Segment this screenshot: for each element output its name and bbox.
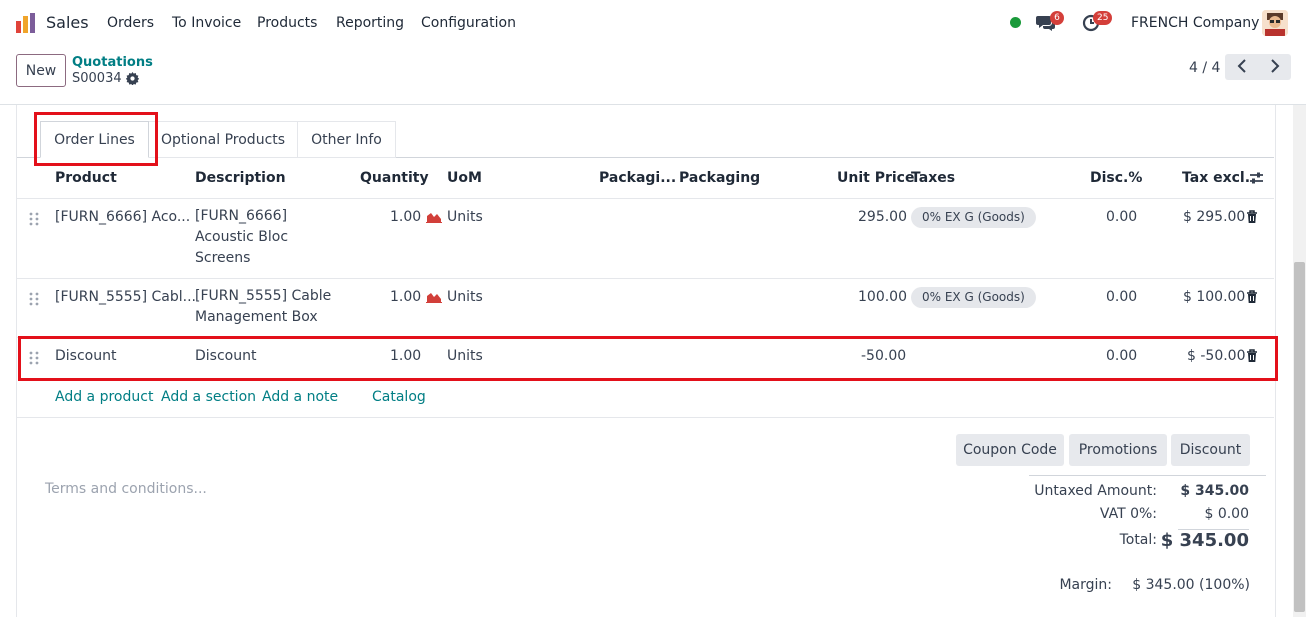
row-2-description[interactable]: [FURN_5555] Cable Management Box xyxy=(195,286,331,328)
column-uom[interactable]: UoM xyxy=(447,170,482,186)
discount-row-highlight xyxy=(18,336,1278,381)
row-1-subtotal: $ 295.00 xyxy=(1183,209,1246,225)
menu-configuration[interactable]: Configuration xyxy=(421,15,516,31)
total-label: Total: xyxy=(1119,532,1157,548)
discount-button[interactable]: Discount xyxy=(1171,434,1250,466)
row-1-description-line: [FURN_6666] xyxy=(195,208,288,224)
row-2-description-line: Management Box xyxy=(195,309,318,325)
row-1-description-line: Acoustic Bloc xyxy=(195,229,289,245)
top-navbar: Sales Orders To Invoice Products Reporti… xyxy=(0,0,1306,46)
drag-handle-icon[interactable] xyxy=(29,292,39,306)
catalog-link[interactable]: Catalog xyxy=(372,389,426,405)
row-1-discount[interactable]: 0.00 xyxy=(1106,209,1137,225)
tab-other-info[interactable]: Other Info xyxy=(298,121,396,158)
coupon-code-button[interactable]: Coupon Code xyxy=(956,434,1064,466)
untaxed-amount-label: Untaxed Amount: xyxy=(1034,483,1157,499)
row-1-description-line: Screens xyxy=(195,250,251,266)
tab-optional-products[interactable]: Optional Products xyxy=(149,121,298,158)
column-packaging-qty[interactable]: Packagi... xyxy=(599,170,676,186)
row-1-product[interactable]: [FURN_6666] Aco... xyxy=(55,209,190,225)
total-value: $ 345.00 xyxy=(1160,530,1249,551)
sales-app-icon[interactable] xyxy=(15,12,37,34)
forecast-chart-icon[interactable] xyxy=(426,211,442,223)
user-avatar-image xyxy=(1262,10,1288,36)
header-divider xyxy=(17,198,1274,199)
totals-top-divider xyxy=(1029,475,1266,476)
breadcrumb-quotations[interactable]: Quotations xyxy=(72,55,153,70)
optional-columns-toggle-icon[interactable] xyxy=(1249,171,1264,185)
vat-value: $ 0.00 xyxy=(1204,506,1249,522)
row-1-unit-price[interactable]: 295.00 xyxy=(858,209,907,225)
row-2-product[interactable]: [FURN_5555] Cabl... xyxy=(55,289,196,305)
menu-orders[interactable]: Orders xyxy=(107,15,154,31)
column-packaging[interactable]: Packaging xyxy=(679,170,760,186)
column-description[interactable]: Description xyxy=(195,170,286,186)
row-1-quantity[interactable]: 1.00 xyxy=(390,209,421,225)
column-unit-price[interactable]: Unit Price xyxy=(837,170,914,186)
order-lines-tab-highlight xyxy=(34,112,158,166)
margin-label: Margin: xyxy=(1059,577,1112,593)
vat-label: VAT 0%: xyxy=(1099,506,1157,522)
pager-next-button[interactable] xyxy=(1258,54,1291,80)
row-2-uom[interactable]: Units xyxy=(447,289,483,305)
app-name[interactable]: Sales xyxy=(46,13,89,32)
row-2-subtotal: $ 100.00 xyxy=(1183,289,1246,305)
terms-and-conditions-field[interactable]: Terms and conditions... xyxy=(45,481,207,497)
column-tax-excluded[interactable]: Tax excl. xyxy=(1182,170,1250,186)
add-note-link[interactable]: Add a note xyxy=(262,389,338,405)
add-product-link[interactable]: Add a product xyxy=(55,389,153,405)
row-1-uom[interactable]: Units xyxy=(447,209,483,225)
row-divider xyxy=(17,278,1274,279)
new-button[interactable]: New xyxy=(16,54,66,87)
messages-count-badge: 6 xyxy=(1050,11,1064,25)
drag-handle-icon[interactable] xyxy=(29,212,39,226)
trash-icon[interactable] xyxy=(1246,210,1258,224)
presence-status-icon xyxy=(1010,17,1021,28)
breadcrumb-current-record: S00034 xyxy=(72,71,122,86)
menu-products[interactable]: Products xyxy=(257,15,317,31)
menu-to-invoice[interactable]: To Invoice xyxy=(172,15,241,31)
pager-previous-button[interactable] xyxy=(1225,54,1258,80)
menu-reporting[interactable]: Reporting xyxy=(336,15,404,31)
row-2-tax-tag[interactable]: 0% EX G (Goods) xyxy=(911,287,1036,308)
column-quantity[interactable]: Quantity xyxy=(360,170,429,186)
promotions-button[interactable]: Promotions xyxy=(1069,434,1167,466)
margin-value: $ 345.00 (100%) xyxy=(1132,577,1250,593)
row-2-description-line: [FURN_5555] Cable xyxy=(195,288,332,304)
column-product[interactable]: Product xyxy=(55,170,117,186)
column-discount[interactable]: Disc.% xyxy=(1090,170,1142,186)
row-2-unit-price[interactable]: 100.00 xyxy=(858,289,907,305)
user-avatar[interactable] xyxy=(1262,10,1288,36)
row-1-description[interactable]: [FURN_6666] Acoustic Bloc Screens xyxy=(195,206,288,269)
row-1-tax-tag[interactable]: 0% EX G (Goods) xyxy=(911,207,1036,228)
pager-value: 4 / 4 xyxy=(1189,60,1221,76)
scrollbar-thumb[interactable] xyxy=(1294,262,1305,612)
chevron-left-icon xyxy=(1237,58,1246,73)
untaxed-amount-value: $ 345.00 xyxy=(1180,483,1249,499)
trash-icon[interactable] xyxy=(1246,290,1258,304)
table-bottom-divider xyxy=(17,417,1274,418)
company-switcher[interactable]: FRENCH Company xyxy=(1131,15,1259,31)
column-taxes[interactable]: Taxes xyxy=(911,170,955,186)
gear-icon[interactable] xyxy=(126,72,139,85)
activities-count-badge: 25 xyxy=(1093,11,1113,25)
row-2-discount[interactable]: 0.00 xyxy=(1106,289,1137,305)
add-section-link[interactable]: Add a section xyxy=(161,389,256,405)
forecast-chart-icon[interactable] xyxy=(426,291,442,303)
row-2-quantity[interactable]: 1.00 xyxy=(390,289,421,305)
chevron-right-icon xyxy=(1270,58,1279,73)
